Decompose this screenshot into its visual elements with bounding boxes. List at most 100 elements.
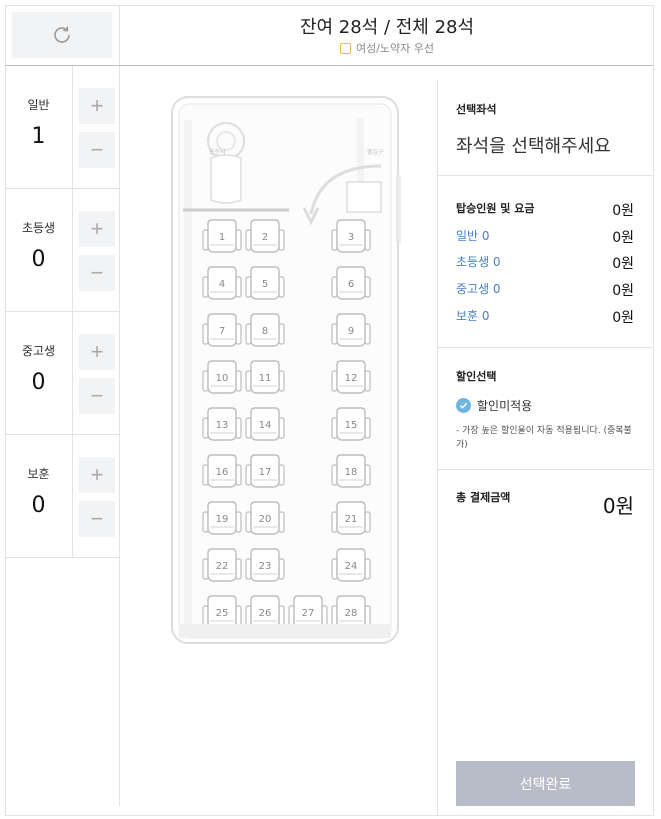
- fare-header: 탑승인원 및 요금 0원: [456, 200, 634, 220]
- discount-title: 할인선택: [456, 370, 497, 383]
- fare-row-value: 0원: [612, 230, 634, 246]
- seat-23[interactable]: 23: [245, 548, 285, 582]
- seat-1[interactable]: 1: [202, 219, 242, 253]
- seat-3[interactable]: 3: [331, 219, 371, 253]
- fare-row-value: 0원: [612, 256, 634, 272]
- seat-12[interactable]: 12: [331, 360, 371, 394]
- seat-8[interactable]: 8: [245, 313, 285, 347]
- seat-number: 19: [216, 514, 229, 525]
- fare-row-label: 중고생 0: [456, 282, 501, 296]
- seat-number: 20: [259, 514, 272, 525]
- fare-header-label: 탑승인원 및 요금: [456, 202, 535, 215]
- fare-row-label: 보훈 0: [456, 309, 490, 323]
- seat-28[interactable]: 28: [331, 595, 371, 629]
- seat-19[interactable]: 19: [202, 501, 242, 535]
- passenger-panel: 일반 1 + − 초등생 0 + − 중고생 0 + − 보훈 0 + −: [5, 66, 119, 558]
- seat-26[interactable]: 26: [245, 595, 285, 629]
- seat-10[interactable]: 10: [202, 360, 242, 394]
- passenger-count: 0: [31, 370, 46, 395]
- seat-number: 23: [259, 561, 272, 572]
- refresh-button[interactable]: [12, 12, 112, 58]
- divider: [438, 175, 654, 176]
- seat-number: 22: [216, 561, 229, 572]
- divider: [437, 80, 438, 816]
- passenger-count: 0: [31, 247, 46, 272]
- seat-21[interactable]: 21: [331, 501, 371, 535]
- fare-header-value: 0원: [612, 203, 634, 219]
- priority-checkbox[interactable]: [339, 42, 351, 54]
- seat-number: 21: [345, 514, 358, 525]
- driver-label: 운전석: [209, 148, 226, 156]
- seat-number: 17: [259, 467, 272, 478]
- seat-4[interactable]: 4: [202, 266, 242, 300]
- seat-number: 13: [216, 420, 229, 431]
- seat-17[interactable]: 17: [245, 454, 285, 488]
- discount-note: - 가장 높은 할인율이 자동 적용됩니다. (중복불가): [456, 426, 632, 450]
- fare-row-value: 0원: [612, 283, 634, 299]
- seat-5[interactable]: 5: [245, 266, 285, 300]
- divider: [438, 469, 654, 470]
- seat-number: 10: [216, 373, 229, 384]
- priority-label: 여성/노약자 우선: [355, 42, 435, 55]
- seat-number: 9: [348, 326, 354, 337]
- seat-number: 24: [345, 561, 358, 572]
- seat-11[interactable]: 11: [245, 360, 285, 394]
- seat-number: 27: [302, 608, 315, 619]
- seat-number: 18: [345, 467, 358, 478]
- seat-number: 6: [348, 279, 354, 290]
- seat-availability-title: 잔여 28석 / 전체 28석: [299, 17, 475, 38]
- priority-filter[interactable]: 여성/노약자 우선: [120, 40, 654, 56]
- veteran-minus-button[interactable]: −: [79, 501, 115, 537]
- seat-number: 3: [348, 232, 354, 243]
- seat-number: 7: [219, 326, 225, 337]
- seat-13[interactable]: 13: [202, 407, 242, 441]
- complete-selection-button[interactable]: 선택완료: [456, 761, 635, 806]
- seat-14[interactable]: 14: [245, 407, 285, 441]
- check-icon[interactable]: [456, 398, 471, 413]
- seat-22[interactable]: 22: [202, 548, 242, 582]
- seat-2[interactable]: 2: [245, 219, 285, 253]
- seat-15[interactable]: 15: [331, 407, 371, 441]
- seat-number: 28: [345, 608, 358, 619]
- bus-layout: 운전석 출입구 1 2 34 5 67 8 910 11 1213 14 1516 17 1819 20 2…: [171, 96, 403, 644]
- seat-number: 8: [262, 326, 268, 337]
- student-plus-button[interactable]: +: [79, 334, 115, 370]
- door-label: 출입구: [367, 148, 384, 156]
- selected-seat-title: 선택좌석: [456, 103, 497, 116]
- seat-25[interactable]: 25: [202, 595, 242, 629]
- seat-7[interactable]: 7: [202, 313, 242, 347]
- seat-number: 15: [345, 420, 358, 431]
- seat-number: 4: [219, 279, 225, 290]
- fare-row: 중고생 0 0원: [456, 280, 634, 300]
- selected-seat-placeholder: 좌석을 선택해주세요: [456, 136, 611, 157]
- fare-row-label: 일반 0: [456, 229, 490, 243]
- student-minus-button[interactable]: −: [79, 378, 115, 414]
- veteran-plus-button[interactable]: +: [79, 457, 115, 493]
- seat-9[interactable]: 9: [331, 313, 371, 347]
- elementary-plus-button[interactable]: +: [79, 211, 115, 247]
- passenger-row-elementary: 초등생 0 + −: [5, 189, 119, 312]
- passenger-count: 1: [31, 124, 46, 149]
- fare-row-value: 0원: [612, 310, 634, 326]
- seat-number: 26: [259, 608, 272, 619]
- seat-20[interactable]: 20: [245, 501, 285, 535]
- passenger-label: 보훈: [27, 467, 50, 481]
- passenger-label: 초등생: [21, 221, 56, 235]
- seat-18[interactable]: 18: [331, 454, 371, 488]
- seat-6[interactable]: 6: [331, 266, 371, 300]
- seat-number: 12: [345, 373, 358, 384]
- passenger-label: 중고생: [21, 344, 56, 358]
- fare-row: 보훈 0 0원: [456, 307, 634, 327]
- seat-24[interactable]: 24: [331, 548, 371, 582]
- discount-option[interactable]: 할인미적용: [456, 397, 532, 414]
- adult-plus-button[interactable]: +: [79, 88, 115, 124]
- passenger-row-student: 중고생 0 + −: [5, 312, 119, 435]
- fare-row: 일반 0 0원: [456, 227, 634, 247]
- seat-27[interactable]: 27: [288, 595, 328, 629]
- elementary-minus-button[interactable]: −: [79, 255, 115, 291]
- adult-minus-button[interactable]: −: [79, 132, 115, 168]
- passenger-row-veteran: 보훈 0 + −: [5, 435, 119, 558]
- seat-16[interactable]: 16: [202, 454, 242, 488]
- seat-number: 25: [216, 608, 229, 619]
- fare-row-label: 초등생 0: [456, 255, 501, 269]
